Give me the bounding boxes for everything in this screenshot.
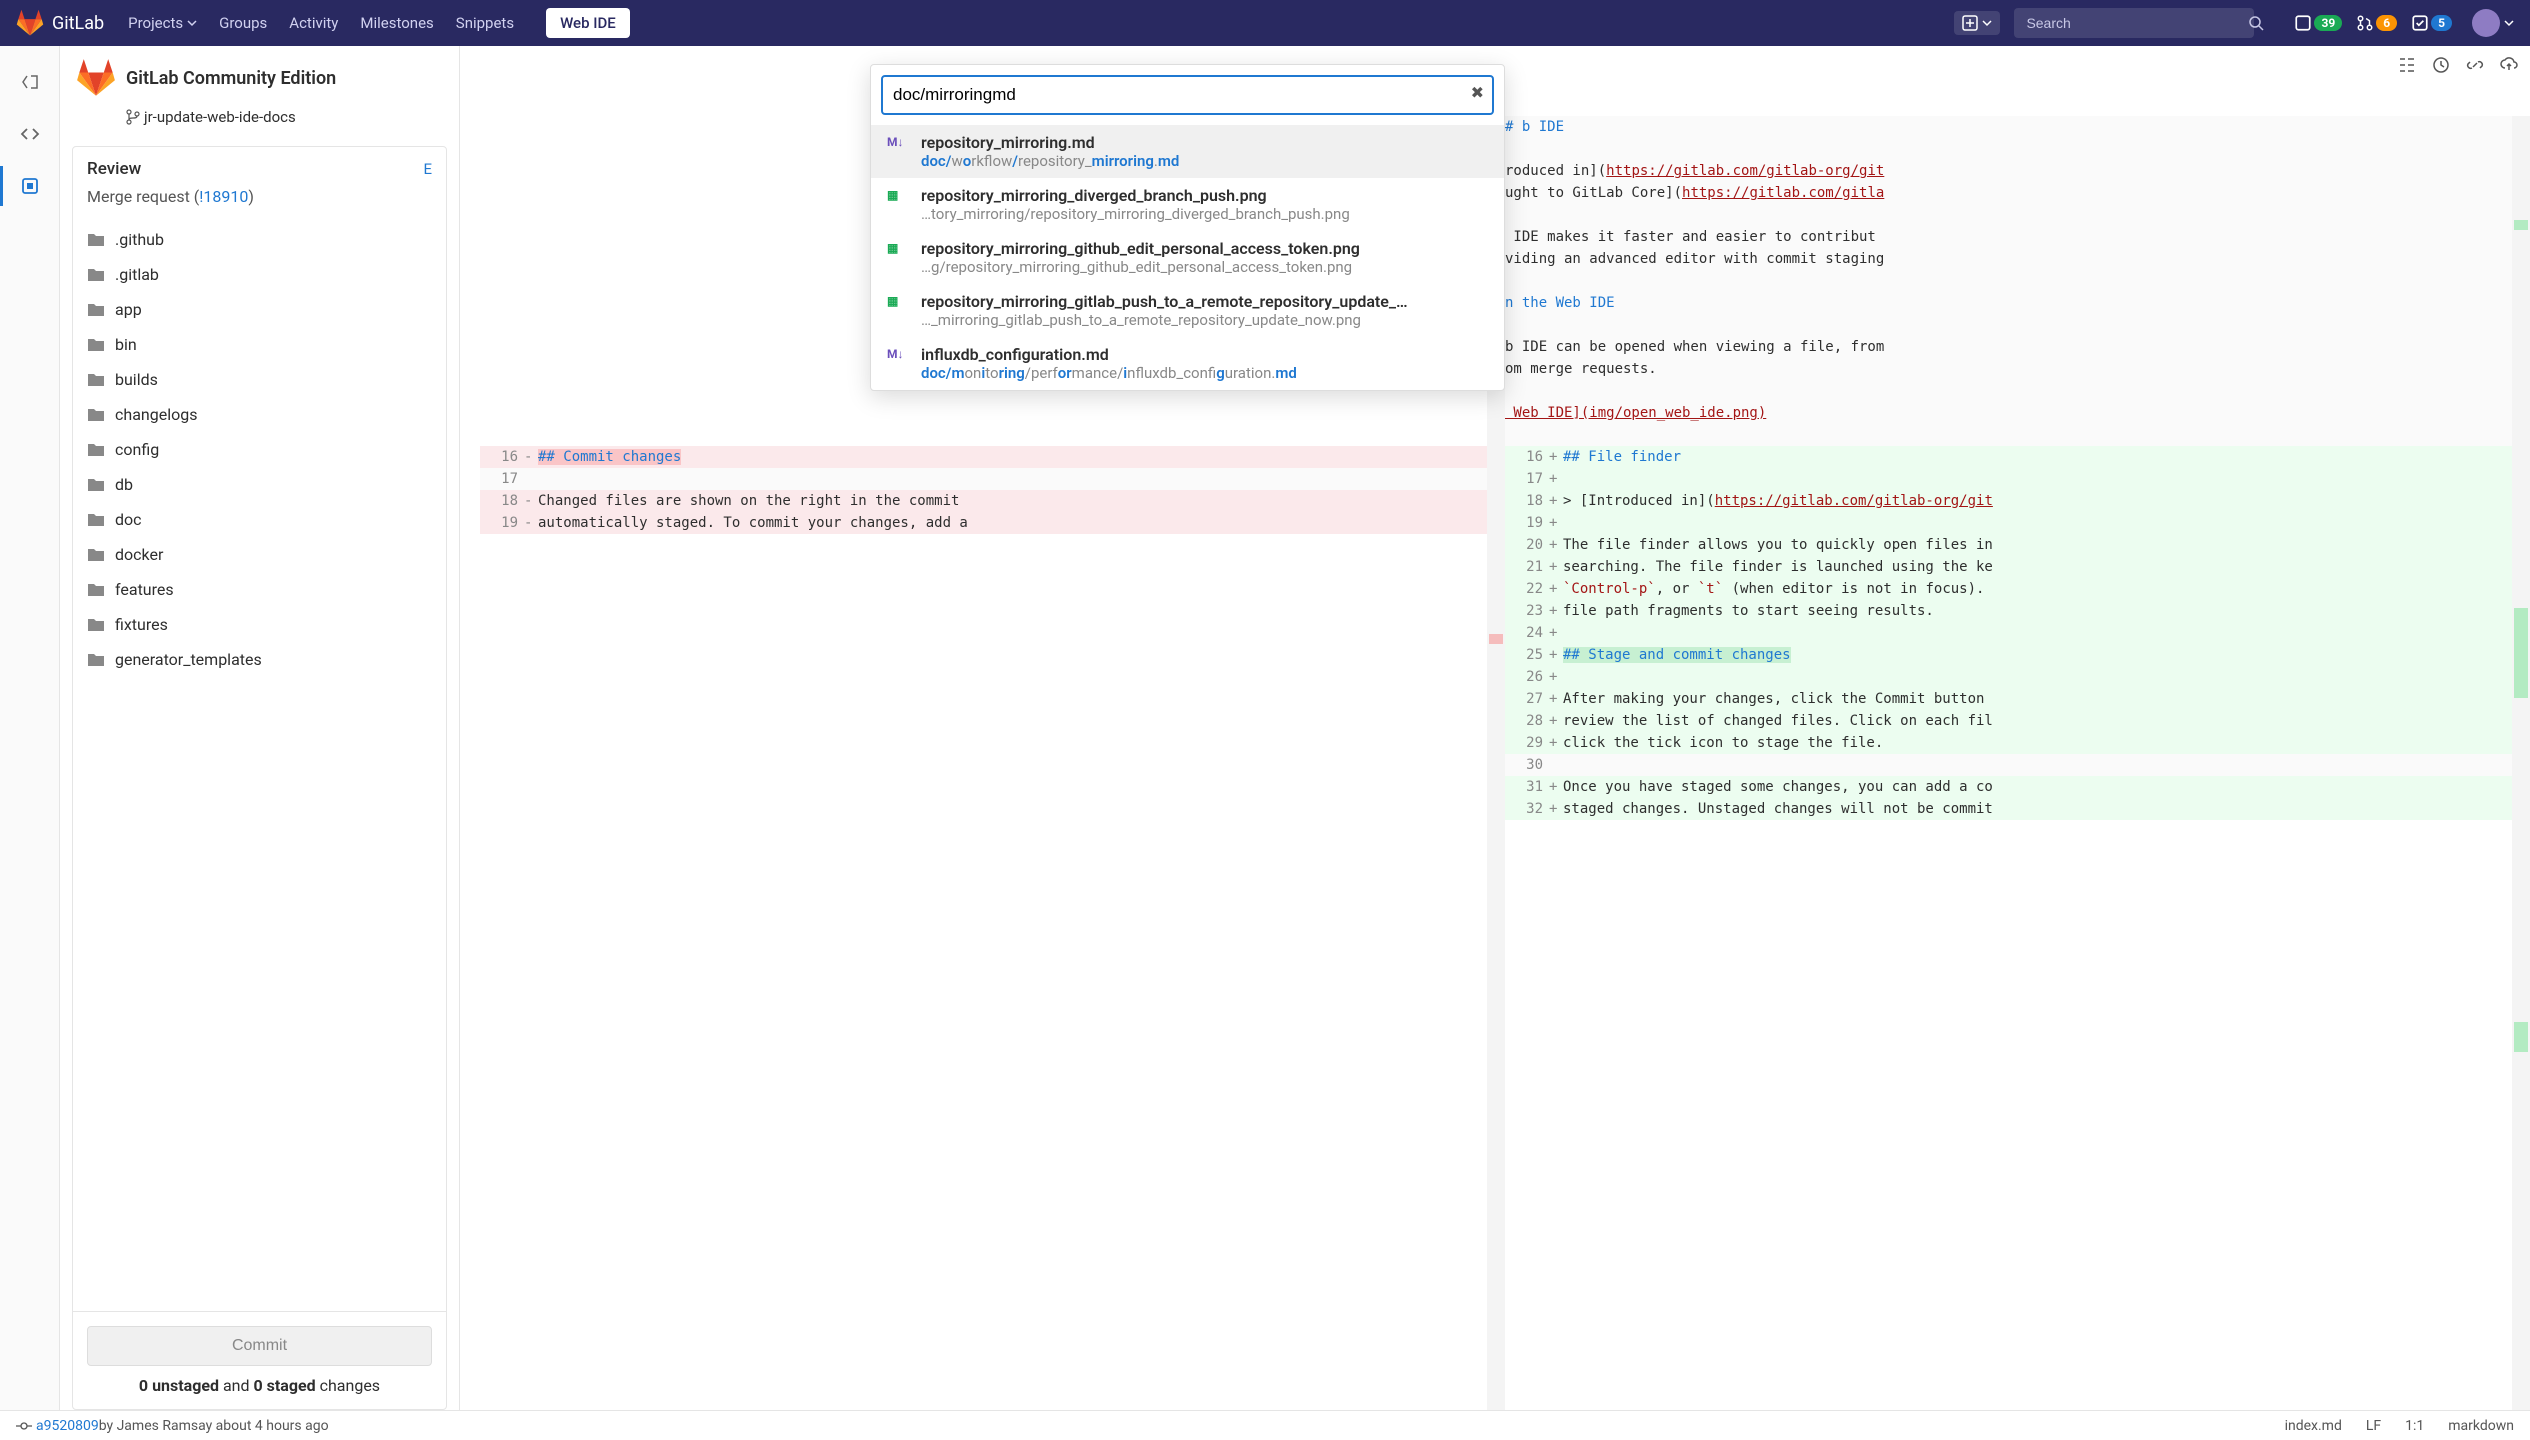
branch-indicator[interactable]: jr-update-web-ide-docs (60, 106, 459, 136)
sidebar: GitLab Community Edition jr-update-web-i… (60, 46, 460, 1410)
tree-item[interactable]: .github (73, 222, 446, 257)
folder-icon (87, 547, 105, 563)
markdown-icon: M↓ (887, 135, 904, 149)
tree-item[interactable]: doc (73, 502, 446, 537)
mr-badge[interactable]: 6 (2356, 14, 2397, 32)
project-title: GitLab Community Edition (126, 68, 336, 89)
status-cursor: 1:1 (2405, 1418, 2424, 1434)
nav-groups[interactable]: Groups (219, 14, 267, 32)
status-filename: index.md (2285, 1418, 2342, 1434)
folder-icon (87, 582, 105, 598)
editor-toolbar (2398, 56, 2518, 74)
file-tree[interactable]: .github.gitlabappbinbuildschangelogsconf… (73, 218, 446, 1311)
commit-button[interactable]: Commit (87, 1326, 432, 1366)
brand-text[interactable]: GitLab (52, 13, 104, 34)
tree-item[interactable]: changelogs (73, 397, 446, 432)
image-icon: ▦ (887, 188, 898, 202)
folder-icon (87, 337, 105, 353)
review-title: Review (87, 159, 423, 179)
file-finder: ✖ M↓repository_mirroring.mddoc/workflow/… (870, 64, 1505, 391)
folder-icon (87, 407, 105, 423)
nav-activity[interactable]: Activity (289, 14, 338, 32)
folder-icon (87, 512, 105, 528)
status-line-ending[interactable]: LF (2366, 1418, 2381, 1434)
search-icon (2248, 15, 2264, 31)
stage-status: 0 unstaged and 0 staged changes (87, 1366, 432, 1395)
rail-edit[interactable] (10, 114, 50, 154)
rail-collapse[interactable] (10, 62, 50, 102)
finder-result[interactable]: M↓repository_mirroring.mddoc/workflow/re… (871, 125, 1504, 178)
todos-icon (2411, 14, 2429, 32)
mr-line: Merge request (!18910) (73, 183, 446, 218)
branch-icon (126, 109, 140, 125)
issues-icon (2294, 14, 2312, 32)
image-icon: ▦ (887, 241, 898, 255)
tree-item[interactable]: features (73, 572, 446, 607)
collapse-icon (20, 72, 40, 92)
tree-item[interactable]: builds (73, 362, 446, 397)
nav-plus-button[interactable] (1954, 11, 2000, 35)
status-commit-sha[interactable]: a9520809 (36, 1418, 99, 1434)
todos-badge[interactable]: 5 (2411, 14, 2452, 32)
finder-result[interactable]: M↓influxdb_configuration.mddoc/monitorin… (871, 337, 1504, 390)
tree-item[interactable]: .gitlab (73, 257, 446, 292)
nav-projects[interactable]: Projects (128, 14, 197, 32)
folder-icon (87, 232, 105, 248)
code-icon (20, 124, 40, 144)
finder-result[interactable]: ▦repository_mirroring_diverged_branch_pu… (871, 178, 1504, 231)
link-icon[interactable] (2466, 56, 2484, 74)
issues-badge[interactable]: 39 (2294, 14, 2342, 32)
tree-item[interactable]: app (73, 292, 446, 327)
finder-result[interactable]: ▦repository_mirroring_github_edit_person… (871, 231, 1504, 284)
icon-rail (0, 46, 60, 1410)
folder-icon (87, 477, 105, 493)
user-avatar[interactable] (2472, 9, 2500, 37)
history-icon[interactable] (2432, 56, 2450, 74)
folder-icon (87, 652, 105, 668)
topbar: GitLab Projects Groups Activity Mileston… (0, 0, 2530, 46)
tree-item[interactable]: docker (73, 537, 446, 572)
review-icon (20, 176, 40, 196)
gitlab-logo-icon (16, 9, 44, 37)
status-language[interactable]: markdown (2448, 1418, 2514, 1434)
chevron-down-icon (1982, 18, 1992, 28)
nav-milestones[interactable]: Milestones (360, 14, 433, 32)
tree-item[interactable]: bin (73, 327, 446, 362)
finder-input[interactable] (881, 75, 1494, 115)
image-icon: ▦ (887, 294, 898, 308)
statusbar: a9520809 by James Ramsay about 4 hours a… (0, 1410, 2530, 1440)
finder-results: M↓repository_mirroring.mddoc/workflow/re… (871, 125, 1504, 390)
folder-icon (87, 302, 105, 318)
folder-icon (87, 372, 105, 388)
cloud-upload-icon[interactable] (2500, 56, 2518, 74)
commit-icon (16, 1418, 32, 1434)
tree-item[interactable]: config (73, 432, 446, 467)
folder-icon (87, 617, 105, 633)
markdown-icon: M↓ (887, 347, 904, 361)
tree-item[interactable]: db (73, 467, 446, 502)
nav-snippets[interactable]: Snippets (456, 14, 514, 32)
folder-icon (87, 267, 105, 283)
finder-clear-icon[interactable]: ✖ (1471, 83, 1484, 102)
rail-review[interactable] (10, 166, 50, 206)
finder-result[interactable]: ▦repository_mirroring_gitlab_push_to_a_r… (871, 284, 1504, 337)
edit-link[interactable]: E (423, 160, 432, 178)
plus-square-icon (1962, 15, 1978, 31)
tree-toggle-icon[interactable] (2398, 56, 2416, 74)
project-icon (76, 58, 116, 98)
folder-icon (87, 442, 105, 458)
merge-request-icon (2356, 14, 2374, 32)
search-input[interactable] (2014, 8, 2254, 38)
tree-item[interactable]: fixtures (73, 607, 446, 642)
nav-webide[interactable]: Web IDE (546, 8, 630, 38)
editor-area: 16-## Commit changes17 18-Changed files … (460, 46, 2530, 1410)
chevron-down-icon (2504, 18, 2514, 28)
tree-item[interactable]: generator_templates (73, 642, 446, 677)
status-commit-author: by James Ramsay about 4 hours ago (99, 1418, 329, 1434)
mr-link[interactable]: !18910 (199, 187, 248, 206)
